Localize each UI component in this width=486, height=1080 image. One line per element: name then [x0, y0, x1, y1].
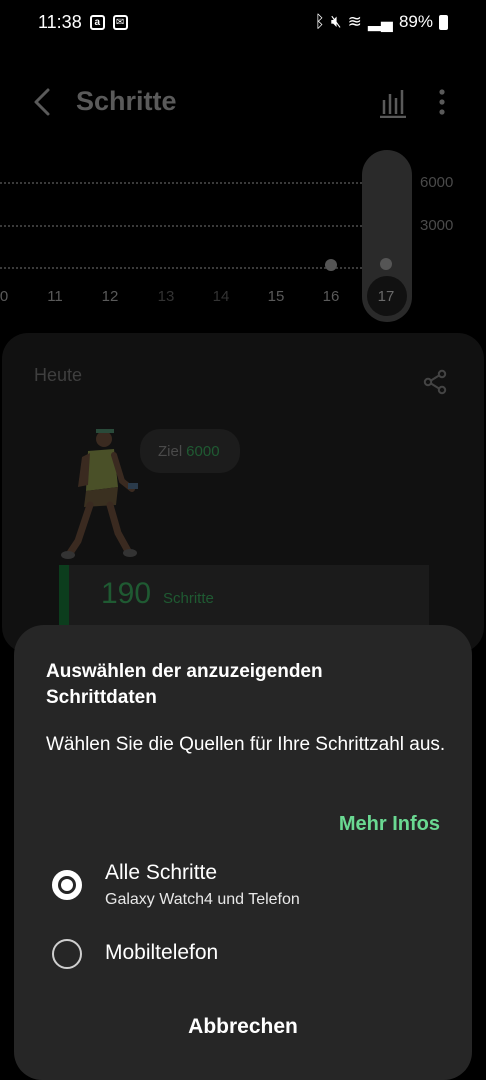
share-icon[interactable] — [422, 369, 448, 395]
mute-icon: 🔇︎ — [330, 12, 342, 31]
x-tick-label[interactable]: 13 — [151, 288, 181, 305]
more-info-link[interactable]: Mehr Infos — [339, 813, 440, 836]
back-arrow-icon[interactable] — [28, 84, 58, 120]
signal-icon: ▂▄ — [367, 12, 393, 31]
steps-count: 190 — [101, 577, 152, 610]
option-mobile-phone[interactable]: Mobiltelefon — [52, 939, 442, 973]
steps-chart: 6000 3000 0 11 12 13 14 15 16 17 — [0, 140, 486, 330]
mail-notification-icon: ✉ — [112, 14, 128, 30]
goal-value: 6000 — [186, 442, 220, 460]
step-source-dialog: Auswählen der anzuzeigenden Schrittdaten… — [14, 625, 472, 1080]
option-label: Alle Schritte — [105, 861, 218, 884]
amazon-app-icon: a — [89, 14, 105, 30]
today-label: Heute — [34, 365, 83, 385]
x-tick-label[interactable]: 14 — [206, 288, 236, 305]
x-tick-label[interactable]: 15 — [261, 288, 291, 305]
wifi-icon: ≋ — [347, 12, 362, 31]
x-tick-label[interactable]: 11 — [40, 288, 70, 305]
x-tick-label[interactable]: 12 — [95, 288, 125, 305]
status-time: 11:38 — [38, 11, 82, 32]
chart-view-icon[interactable] — [378, 86, 408, 118]
option-label: Mobiltelefon — [105, 941, 219, 964]
walking-person-illustration — [61, 429, 138, 559]
x-tick-label[interactable]: 0 — [0, 288, 19, 305]
status-bar: 11:38 a ✉ ᛒ 🔇︎ ≋ ▂▄ 89% — [0, 0, 486, 44]
gridline-6000 — [0, 182, 362, 184]
page-title: Schritte — [76, 86, 177, 116]
x-tick-label[interactable]: 17 — [371, 288, 401, 305]
cancel-button[interactable]: Abbrechen — [14, 1015, 472, 1039]
battery-icon — [439, 14, 448, 30]
app-header: Schritte — [0, 78, 486, 126]
steps-summary: 190 Schritte — [59, 565, 429, 625]
bluetooth-icon: ᛒ — [314, 12, 325, 31]
goal-label: Ziel — [158, 442, 183, 460]
radio-button-unselected[interactable] — [52, 939, 82, 969]
dialog-title: Auswählen der anzuzeigenden Schrittdaten — [46, 661, 323, 708]
steps-unit: Schritte — [163, 590, 214, 607]
more-options-icon[interactable] — [430, 86, 454, 118]
option-all-steps[interactable]: Alle Schritte Galaxy Watch4 und Telefon — [52, 861, 442, 923]
radio-button-selected[interactable] — [52, 870, 82, 900]
gridline-0 — [0, 267, 362, 269]
y-tick-label: 6000 — [420, 174, 454, 191]
x-tick-label[interactable]: 16 — [316, 288, 346, 305]
option-sublabel: Galaxy Watch4 und Telefon — [105, 891, 300, 908]
y-tick-label: 3000 — [420, 217, 454, 234]
data-point — [325, 258, 337, 271]
battery-percent: 89% — [398, 12, 433, 31]
gridline-3000 — [0, 225, 362, 227]
today-card: Heute Ziel 6000 190 Schritte — [2, 333, 484, 653]
dialog-description: Wählen Sie die Quellen für Ihre Schrittz… — [46, 734, 446, 755]
goal-bubble: Ziel 6000 — [140, 429, 240, 473]
